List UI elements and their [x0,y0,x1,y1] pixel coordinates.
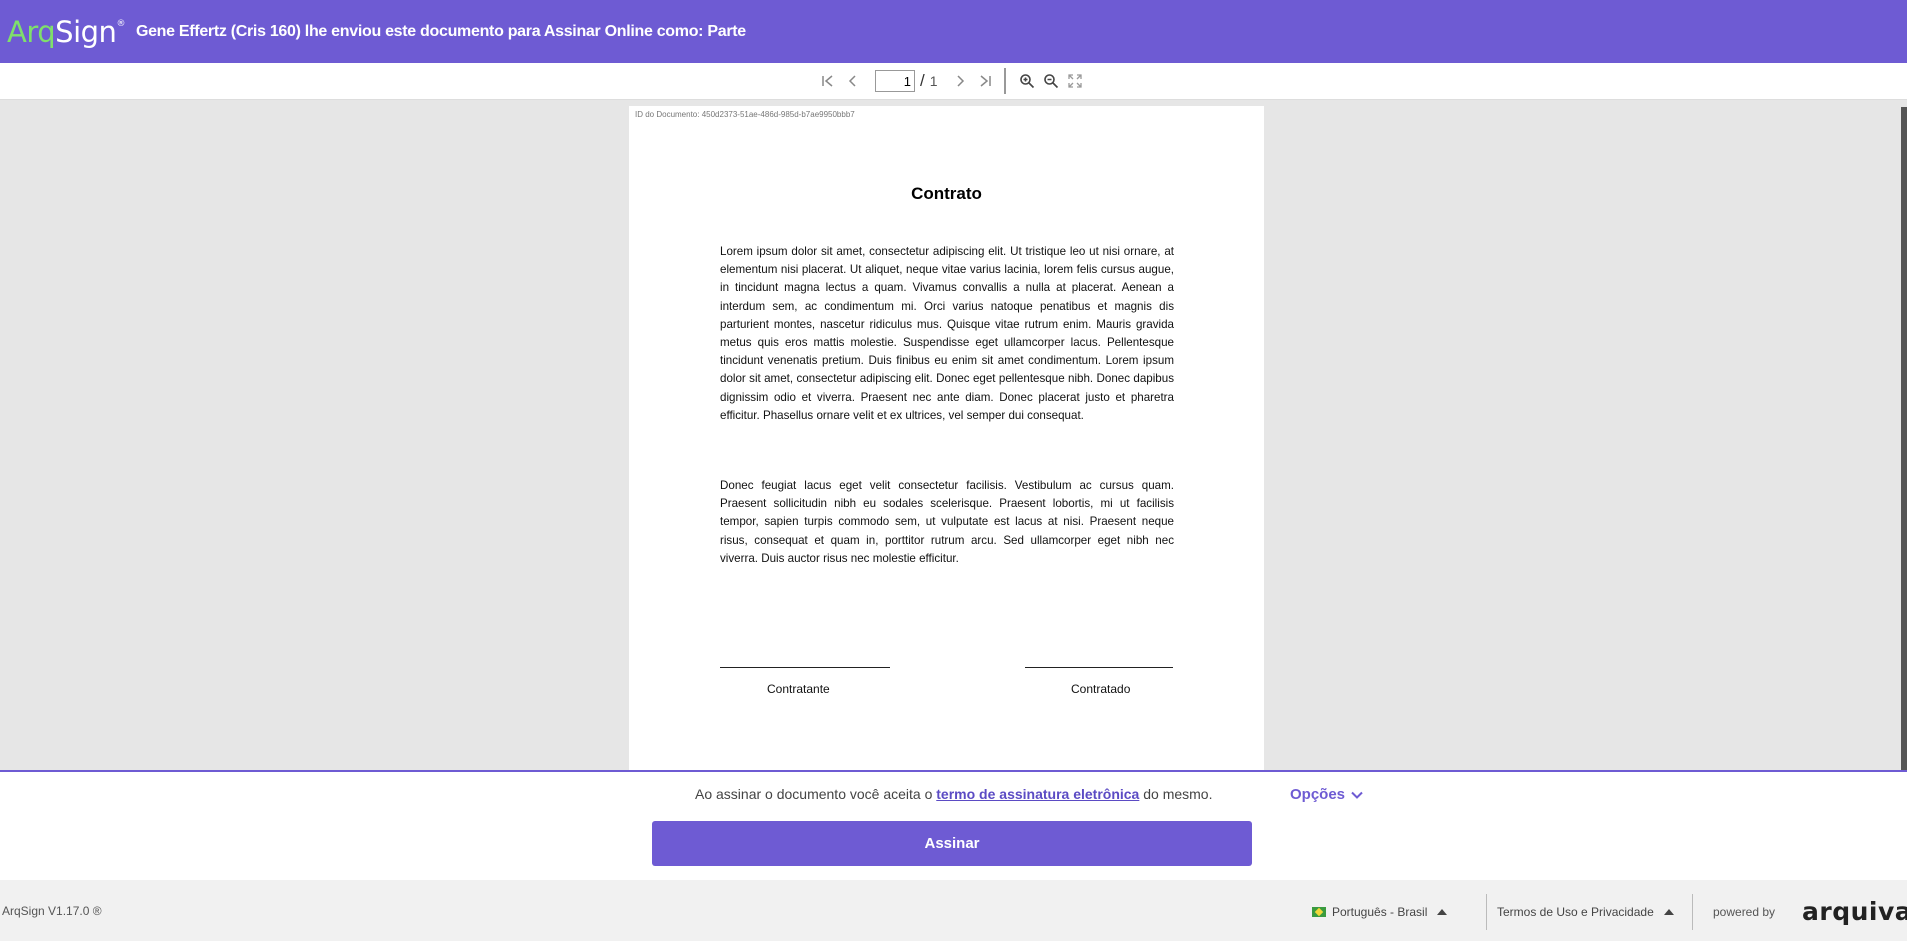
page-separator: / [920,71,925,90]
app-version: ArqSign V1.17.0 ® [2,904,102,918]
pdf-toolbar: / 1 [0,63,1907,100]
viewer-scrollbar[interactable] [1901,107,1907,770]
electronic-signature-terms-link[interactable]: termo de assinatura eletrônica [936,786,1139,802]
next-page-button[interactable] [950,70,972,92]
language-label: Português - Brasil [1332,905,1428,919]
page-number-input[interactable] [875,70,915,92]
acceptance-text: Ao assinar o documento você aceita o ter… [695,786,1212,802]
document-id: ID do Documento: 450d2373-51ae-486d-985d… [635,110,855,119]
fullscreen-icon [1067,74,1082,88]
prev-page-button[interactable] [841,70,863,92]
caret-up-icon [1663,909,1674,915]
brazil-flag-icon [1312,907,1326,917]
logo-arq-text: Arq [7,14,56,49]
header-title: Gene Effertz (Cris 160) lhe enviou este … [135,22,746,40]
powered-by-text: powered by [1713,905,1776,919]
signature-line-left [720,667,890,668]
zoom-out-button[interactable] [1040,70,1062,92]
arquivar-logo[interactable]: arquivar [1802,897,1907,926]
app-footer: ArqSign V1.17.0 ® Português - Brasil Ter… [0,880,1907,941]
logo-sign-text: Sign [55,14,117,49]
acceptance-suffix: do mesmo. [1139,786,1213,802]
signing-panel: Ao assinar o documento você aceita o ter… [0,770,1907,880]
terms-privacy-selector[interactable]: Termos de Uso e Privacidade [1497,905,1674,919]
first-page-icon [822,75,833,87]
acceptance-prefix: Ao assinar o documento você aceita o [695,786,937,802]
logo-registered-mark: ® [116,18,125,29]
toolbar-divider [1003,68,1006,94]
page-total: 1 [929,73,938,89]
zoom-in-icon [1019,74,1034,89]
chevron-down-icon [1351,791,1363,799]
last-page-button[interactable] [974,70,996,92]
document-page: ID do Documento: 450d2373-51ae-486d-985d… [629,106,1264,770]
arqsign-logo: Arq Sign ® [7,15,125,49]
fullscreen-button[interactable] [1064,70,1086,92]
first-page-button[interactable] [817,70,839,92]
next-page-icon [957,75,964,87]
document-paragraph: Lorem ipsum dolor sit amet, consectetur … [720,245,1174,422]
prev-page-icon [848,75,856,87]
document-viewer[interactable]: ID do Documento: 450d2373-51ae-486d-985d… [0,100,1907,770]
language-selector[interactable]: Português - Brasil [1312,905,1448,919]
app-header: Arq Sign ® Gene Effertz (Cris 160) lhe env… [0,0,1907,63]
options-label: Opções [1290,786,1346,803]
terms-label: Termos de Uso e Privacidade [1497,905,1654,919]
document-title: Contrato [911,184,982,203]
footer-divider [1486,894,1487,930]
signature-label-contratante: Contratante [767,682,830,696]
sign-button[interactable]: Assinar [652,821,1252,866]
signature-label-contratado: Contratado [1071,682,1131,696]
zoom-out-icon [1043,74,1058,89]
document-paragraph: Donec feugiat lacus eget velit consectet… [720,479,1174,565]
zoom-in-button[interactable] [1016,70,1038,92]
footer-divider [1692,894,1693,930]
signature-line-right [1025,667,1173,668]
options-dropdown[interactable]: Opções [1290,786,1364,803]
last-page-icon [980,75,991,87]
caret-up-icon [1437,909,1448,915]
